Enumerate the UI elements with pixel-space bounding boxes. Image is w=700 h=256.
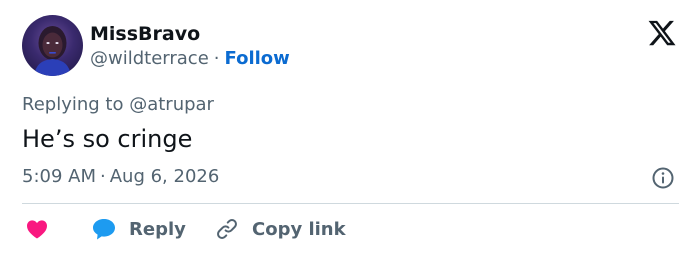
author-handle[interactable]: @wildterrace	[90, 48, 209, 69]
copy-link-button[interactable]: Copy link	[215, 215, 346, 243]
reply-context: Replying to @atrupar	[22, 94, 214, 115]
speech-bubble-icon	[93, 219, 115, 240]
link-icon	[217, 219, 237, 239]
separator-dot: ·	[100, 166, 106, 187]
reply-label: Reply	[129, 218, 186, 240]
tweet-card: MissBravo @wildterrace · Follow Replying t…	[0, 0, 700, 256]
info-icon[interactable]	[651, 166, 675, 190]
separator-dot: ·	[213, 48, 220, 69]
tweet-text: He’s so cringe	[22, 125, 193, 153]
like-button[interactable]	[26, 215, 48, 243]
x-logo-icon[interactable]	[646, 18, 678, 48]
tweet-date: Aug 6, 2026	[109, 166, 220, 187]
avatar[interactable]	[22, 15, 83, 76]
tweet-timestamp[interactable]: 5:09 AM · Aug 6, 2026	[22, 165, 219, 189]
tweet-time: 5:09 AM	[22, 166, 96, 187]
author-handle-row: @wildterrace · Follow	[90, 47, 290, 71]
reply-button[interactable]: Reply	[92, 215, 186, 243]
author-display-name[interactable]: MissBravo	[90, 22, 200, 46]
avatar-portrait-icon	[34, 26, 71, 76]
follow-button[interactable]: Follow	[225, 48, 290, 69]
heart-icon	[27, 220, 47, 239]
divider	[22, 203, 679, 204]
copy-link-label: Copy link	[252, 218, 346, 240]
